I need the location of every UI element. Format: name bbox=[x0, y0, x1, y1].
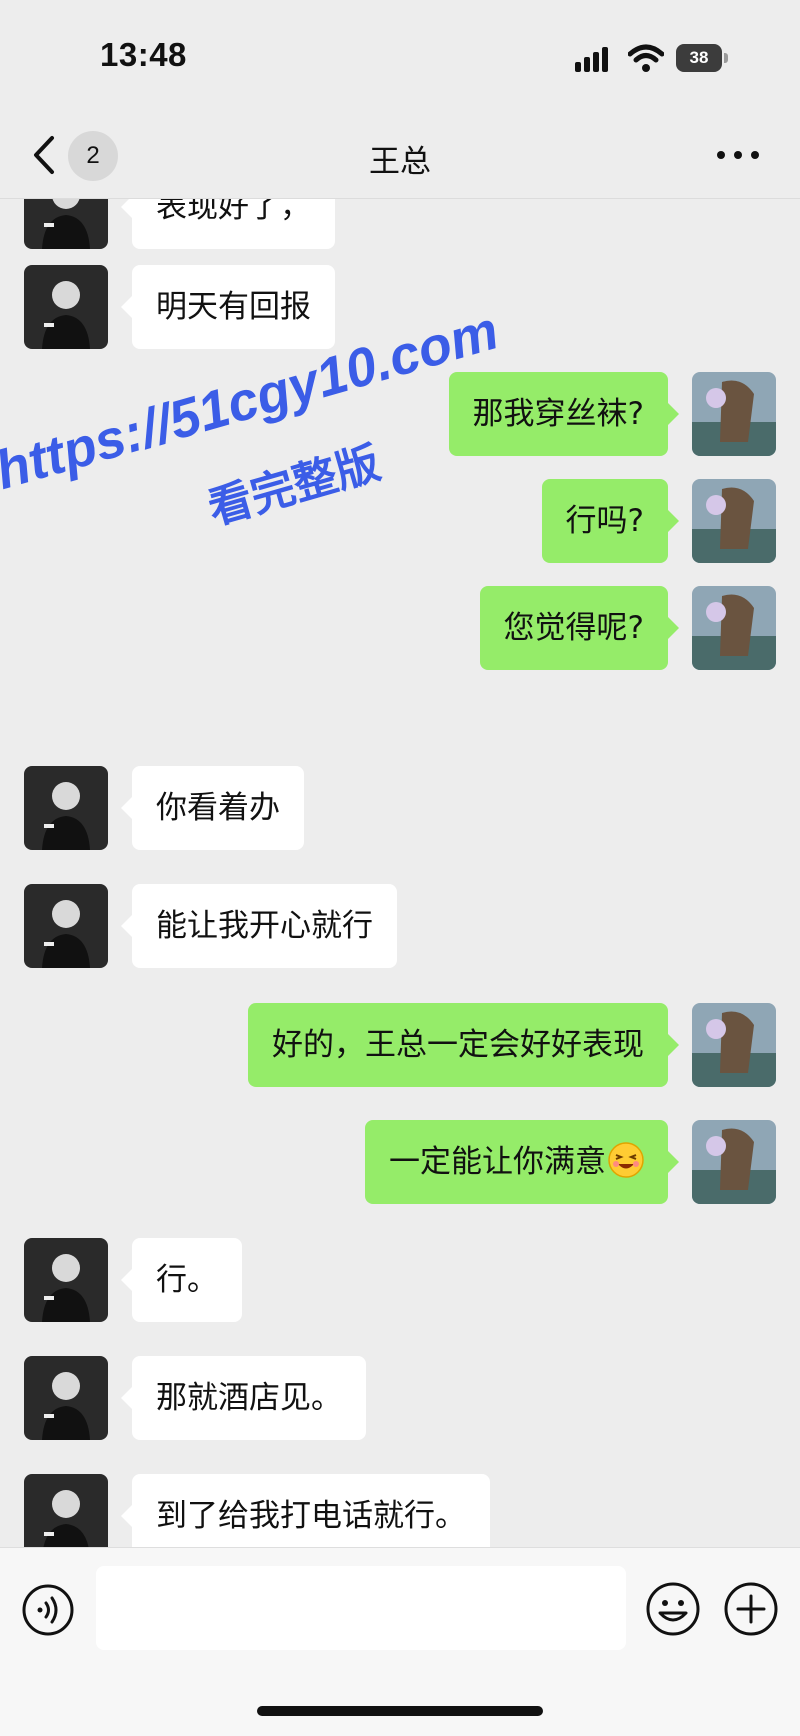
contact-avatar[interactable] bbox=[24, 265, 108, 349]
contact-avatar[interactable] bbox=[24, 884, 108, 968]
incoming-message-bubble[interactable]: 那就酒店见。 bbox=[121, 1356, 366, 1440]
incoming-message-bubble[interactable]: 行。 bbox=[121, 1238, 242, 1322]
outgoing-message-bubble[interactable]: 行吗? bbox=[541, 479, 680, 563]
chat-nav-bar: 2 王总 bbox=[0, 112, 800, 199]
message-text: 一定能让你满意 bbox=[389, 1144, 606, 1180]
battery-level: 38 bbox=[676, 44, 722, 72]
contact-avatar[interactable] bbox=[24, 199, 108, 249]
incoming-message-bubble[interactable]: 到了给我打电话就行。 bbox=[121, 1474, 490, 1547]
contact-avatar[interactable] bbox=[24, 766, 108, 850]
status-time: 13:48 bbox=[100, 36, 187, 73]
incoming-message-bubble[interactable]: 明天有回报 bbox=[121, 265, 335, 349]
incoming-message-bubble[interactable]: 能让我开心就行 bbox=[121, 884, 397, 968]
emoji-icon[interactable] bbox=[646, 1582, 700, 1636]
user-avatar[interactable] bbox=[692, 586, 776, 670]
status-bar: 13:48 38 bbox=[0, 0, 800, 112]
battery-icon: 38 bbox=[676, 44, 728, 72]
user-avatar[interactable] bbox=[692, 372, 776, 456]
message-input[interactable] bbox=[96, 1566, 626, 1650]
outgoing-message-bubble[interactable]: 您觉得呢? bbox=[479, 586, 680, 670]
contact-avatar[interactable] bbox=[24, 1356, 108, 1440]
incoming-message-bubble[interactable]: 表现好了， bbox=[121, 199, 335, 249]
user-avatar[interactable] bbox=[692, 1003, 776, 1087]
cellular-signal-icon bbox=[575, 47, 608, 72]
wifi-icon bbox=[628, 44, 664, 72]
chat-input-bar bbox=[0, 1547, 800, 1736]
chat-screen: 13:48 38 2 王总 表现好了， 明天有回报 那我穿丝袜? 行吗? 您觉得… bbox=[0, 0, 800, 1736]
laughing-face-emoji-icon bbox=[608, 1142, 644, 1178]
incoming-message-bubble[interactable]: 你看着办 bbox=[121, 766, 304, 850]
chat-title: 王总 bbox=[369, 144, 431, 180]
user-avatar[interactable] bbox=[692, 479, 776, 563]
more-options-icon[interactable] bbox=[716, 150, 760, 160]
outgoing-message-bubble[interactable]: 那我穿丝袜? bbox=[448, 372, 680, 456]
outgoing-message-bubble[interactable]: 一定能让你满意 bbox=[365, 1120, 679, 1204]
contact-avatar[interactable] bbox=[24, 1238, 108, 1322]
outgoing-message-bubble[interactable]: 好的，王总一定会好好表现 bbox=[248, 1003, 679, 1087]
plus-icon[interactable] bbox=[724, 1582, 778, 1636]
message-list[interactable]: 表现好了， 明天有回报 那我穿丝袜? 行吗? 您觉得呢? 你看着办 能让我开心就… bbox=[0, 199, 800, 1547]
contact-avatar[interactable] bbox=[24, 1474, 108, 1547]
user-avatar[interactable] bbox=[692, 1120, 776, 1204]
home-indicator bbox=[257, 1706, 543, 1716]
voice-icon[interactable] bbox=[22, 1584, 74, 1636]
